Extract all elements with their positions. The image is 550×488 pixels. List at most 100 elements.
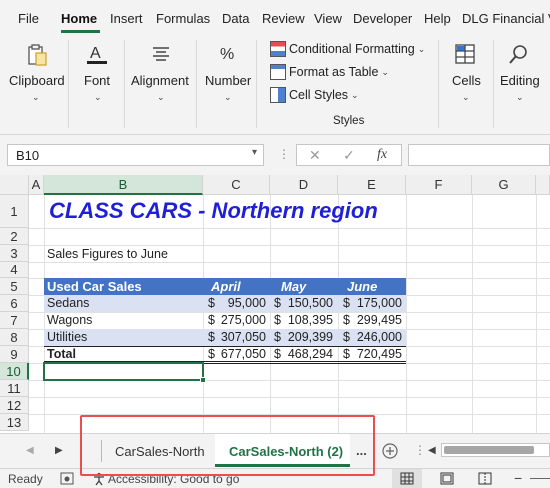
row-header-9[interactable]: 9 (0, 346, 29, 363)
enter-icon[interactable]: ✓ (343, 147, 355, 164)
chevron-down-icon: ⌄ (516, 92, 524, 102)
tab-review[interactable]: Review (262, 11, 305, 26)
resize-handle-icon[interactable]: ⋮ (278, 147, 290, 161)
sheet-subtitle[interactable]: Sales Figures to June (47, 247, 168, 261)
sheet-title[interactable]: CLASS CARS - Northern region (49, 198, 378, 224)
column-header-b[interactable]: B (44, 175, 203, 195)
cell-sedans-june[interactable]: $175,000 (343, 296, 402, 310)
row-header-6[interactable]: 6 (0, 295, 29, 312)
row-header-3[interactable]: 3 (0, 245, 29, 262)
chevron-down-icon: ⌄ (224, 92, 232, 102)
add-sheet-icon[interactable] (382, 443, 398, 459)
amount: 209,399 (287, 330, 333, 344)
normal-view-icon[interactable] (400, 472, 414, 485)
chevron-down-icon[interactable]: ▾ (252, 147, 257, 158)
row-header-5[interactable]: 5 (0, 278, 29, 295)
column-header-d[interactable]: D (270, 175, 338, 195)
name-box[interactable]: B10 ▾ (7, 144, 264, 166)
tab-formulas[interactable]: Formulas (156, 11, 210, 26)
formula-input[interactable] (408, 144, 550, 166)
clipboard-label: Clipboard (9, 73, 65, 88)
row-header-11[interactable]: 11 (0, 380, 29, 397)
row-header-7[interactable]: 7 (0, 312, 29, 329)
table-header-april[interactable]: April (211, 279, 241, 294)
scroll-right-icon[interactable]: ▶ (55, 445, 63, 456)
cell-styles-button[interactable]: Cell Styles ⌄ (270, 85, 359, 105)
ribbon: Clipboard ⌄ A Font ⌄ Alignment ⌄ % Numbe… (0, 34, 550, 135)
cell-utilities-june[interactable]: $246,000 (343, 330, 402, 344)
column-header-a[interactable]: A (29, 175, 44, 195)
status-ready: Ready (8, 472, 43, 486)
row-header-12[interactable]: 12 (0, 397, 29, 414)
cell-total-june[interactable]: $720,495 (343, 347, 402, 361)
column-header-f[interactable]: F (406, 175, 472, 195)
row-header-4[interactable]: 4 (0, 262, 29, 278)
horizontal-scrollbar[interactable] (441, 443, 550, 457)
amount: 468,294 (287, 347, 333, 361)
cell-sedans-may[interactable]: $150,500 (274, 296, 333, 310)
zoom-out-icon[interactable]: − (514, 470, 522, 486)
cell-wagons-june[interactable]: $299,495 (343, 313, 402, 327)
cell-wagons-april[interactable]: $275,000 (208, 313, 266, 327)
page-break-preview-icon[interactable] (478, 472, 492, 485)
tab-help[interactable]: Help (424, 11, 451, 26)
cell-utilities-may[interactable]: $209,399 (274, 330, 333, 344)
currency-symbol: $ (208, 313, 215, 327)
row-header-2[interactable]: 2 (0, 228, 29, 245)
name-box-value: B10 (16, 148, 40, 163)
column-header-c[interactable]: C (203, 175, 270, 195)
row-header-8[interactable]: 8 (0, 329, 29, 346)
cell-total-may[interactable]: $468,294 (274, 347, 333, 361)
tab-home[interactable]: Home (61, 11, 97, 26)
cell-wagons-may[interactable]: $108,395 (274, 313, 333, 327)
column-header-g[interactable]: G (472, 175, 536, 195)
tab-view[interactable]: View (314, 11, 342, 26)
active-cell-b10[interactable] (43, 362, 204, 381)
column-header-next[interactable] (536, 175, 550, 195)
font-label: Font (84, 73, 111, 88)
zoom-slider[interactable] (530, 478, 550, 479)
cell-sedans-april[interactable]: $95,000 (208, 296, 266, 310)
cells-icon (455, 44, 475, 64)
conditional-formatting-button[interactable]: Conditional Formatting ⌄ (270, 39, 425, 59)
number-label: Number (205, 73, 252, 88)
svg-text:%: % (220, 46, 234, 63)
conditional-formatting-icon (270, 41, 286, 57)
table-header-may[interactable]: May (281, 279, 306, 294)
formula-buttons: ✕ ✓ fx (296, 144, 402, 166)
amount: 307,050 (220, 330, 266, 344)
tab-splitter-icon[interactable]: ⋮ (414, 443, 426, 457)
row-label-sedans[interactable]: Sedans (47, 296, 89, 310)
cancel-icon[interactable]: ✕ (309, 147, 321, 164)
column-header-e[interactable]: E (338, 175, 406, 195)
tab-developer[interactable]: Developer (353, 11, 412, 26)
cell-total-april[interactable]: $677,050 (208, 347, 266, 361)
tab-file[interactable]: File (18, 11, 39, 26)
page-layout-icon[interactable] (440, 472, 454, 485)
row-label-wagons[interactable]: Wagons (47, 313, 92, 327)
scroll-left-icon[interactable]: ◀ (26, 445, 34, 456)
tab-dlg-financial[interactable]: DLG Financial V (462, 11, 550, 26)
amount: 299,495 (356, 313, 402, 327)
row-header-13[interactable]: 13 (0, 414, 29, 431)
scroll-left-icon[interactable]: ◀ (428, 445, 436, 456)
select-all-corner[interactable] (0, 175, 29, 195)
cell-utilities-april[interactable]: $307,050 (208, 330, 266, 344)
fill-handle[interactable] (200, 377, 206, 383)
insert-function-icon[interactable]: fx (377, 147, 387, 163)
row-header-10[interactable]: 10 (0, 363, 29, 380)
row-label-utilities[interactable]: Utilities (47, 330, 87, 344)
tab-insert[interactable]: Insert (110, 11, 143, 26)
chevron-down-icon: ⌄ (417, 43, 426, 54)
table-header-label[interactable]: Used Car Sales (47, 279, 142, 294)
macro-recorder-icon[interactable] (60, 472, 74, 485)
tab-data[interactable]: Data (222, 11, 249, 26)
row-header-1[interactable]: 1 (0, 195, 29, 228)
scrollbar-thumb[interactable] (444, 446, 534, 454)
currency-symbol: $ (274, 296, 281, 310)
row-label-total[interactable]: Total (47, 347, 76, 361)
table-header-june[interactable]: June (347, 279, 377, 294)
currency-symbol: $ (208, 296, 215, 310)
ribbon-tab-bar: File Home Insert Formulas Data Review Vi… (0, 0, 550, 34)
format-as-table-button[interactable]: Format as Table ⌄ (270, 62, 389, 82)
